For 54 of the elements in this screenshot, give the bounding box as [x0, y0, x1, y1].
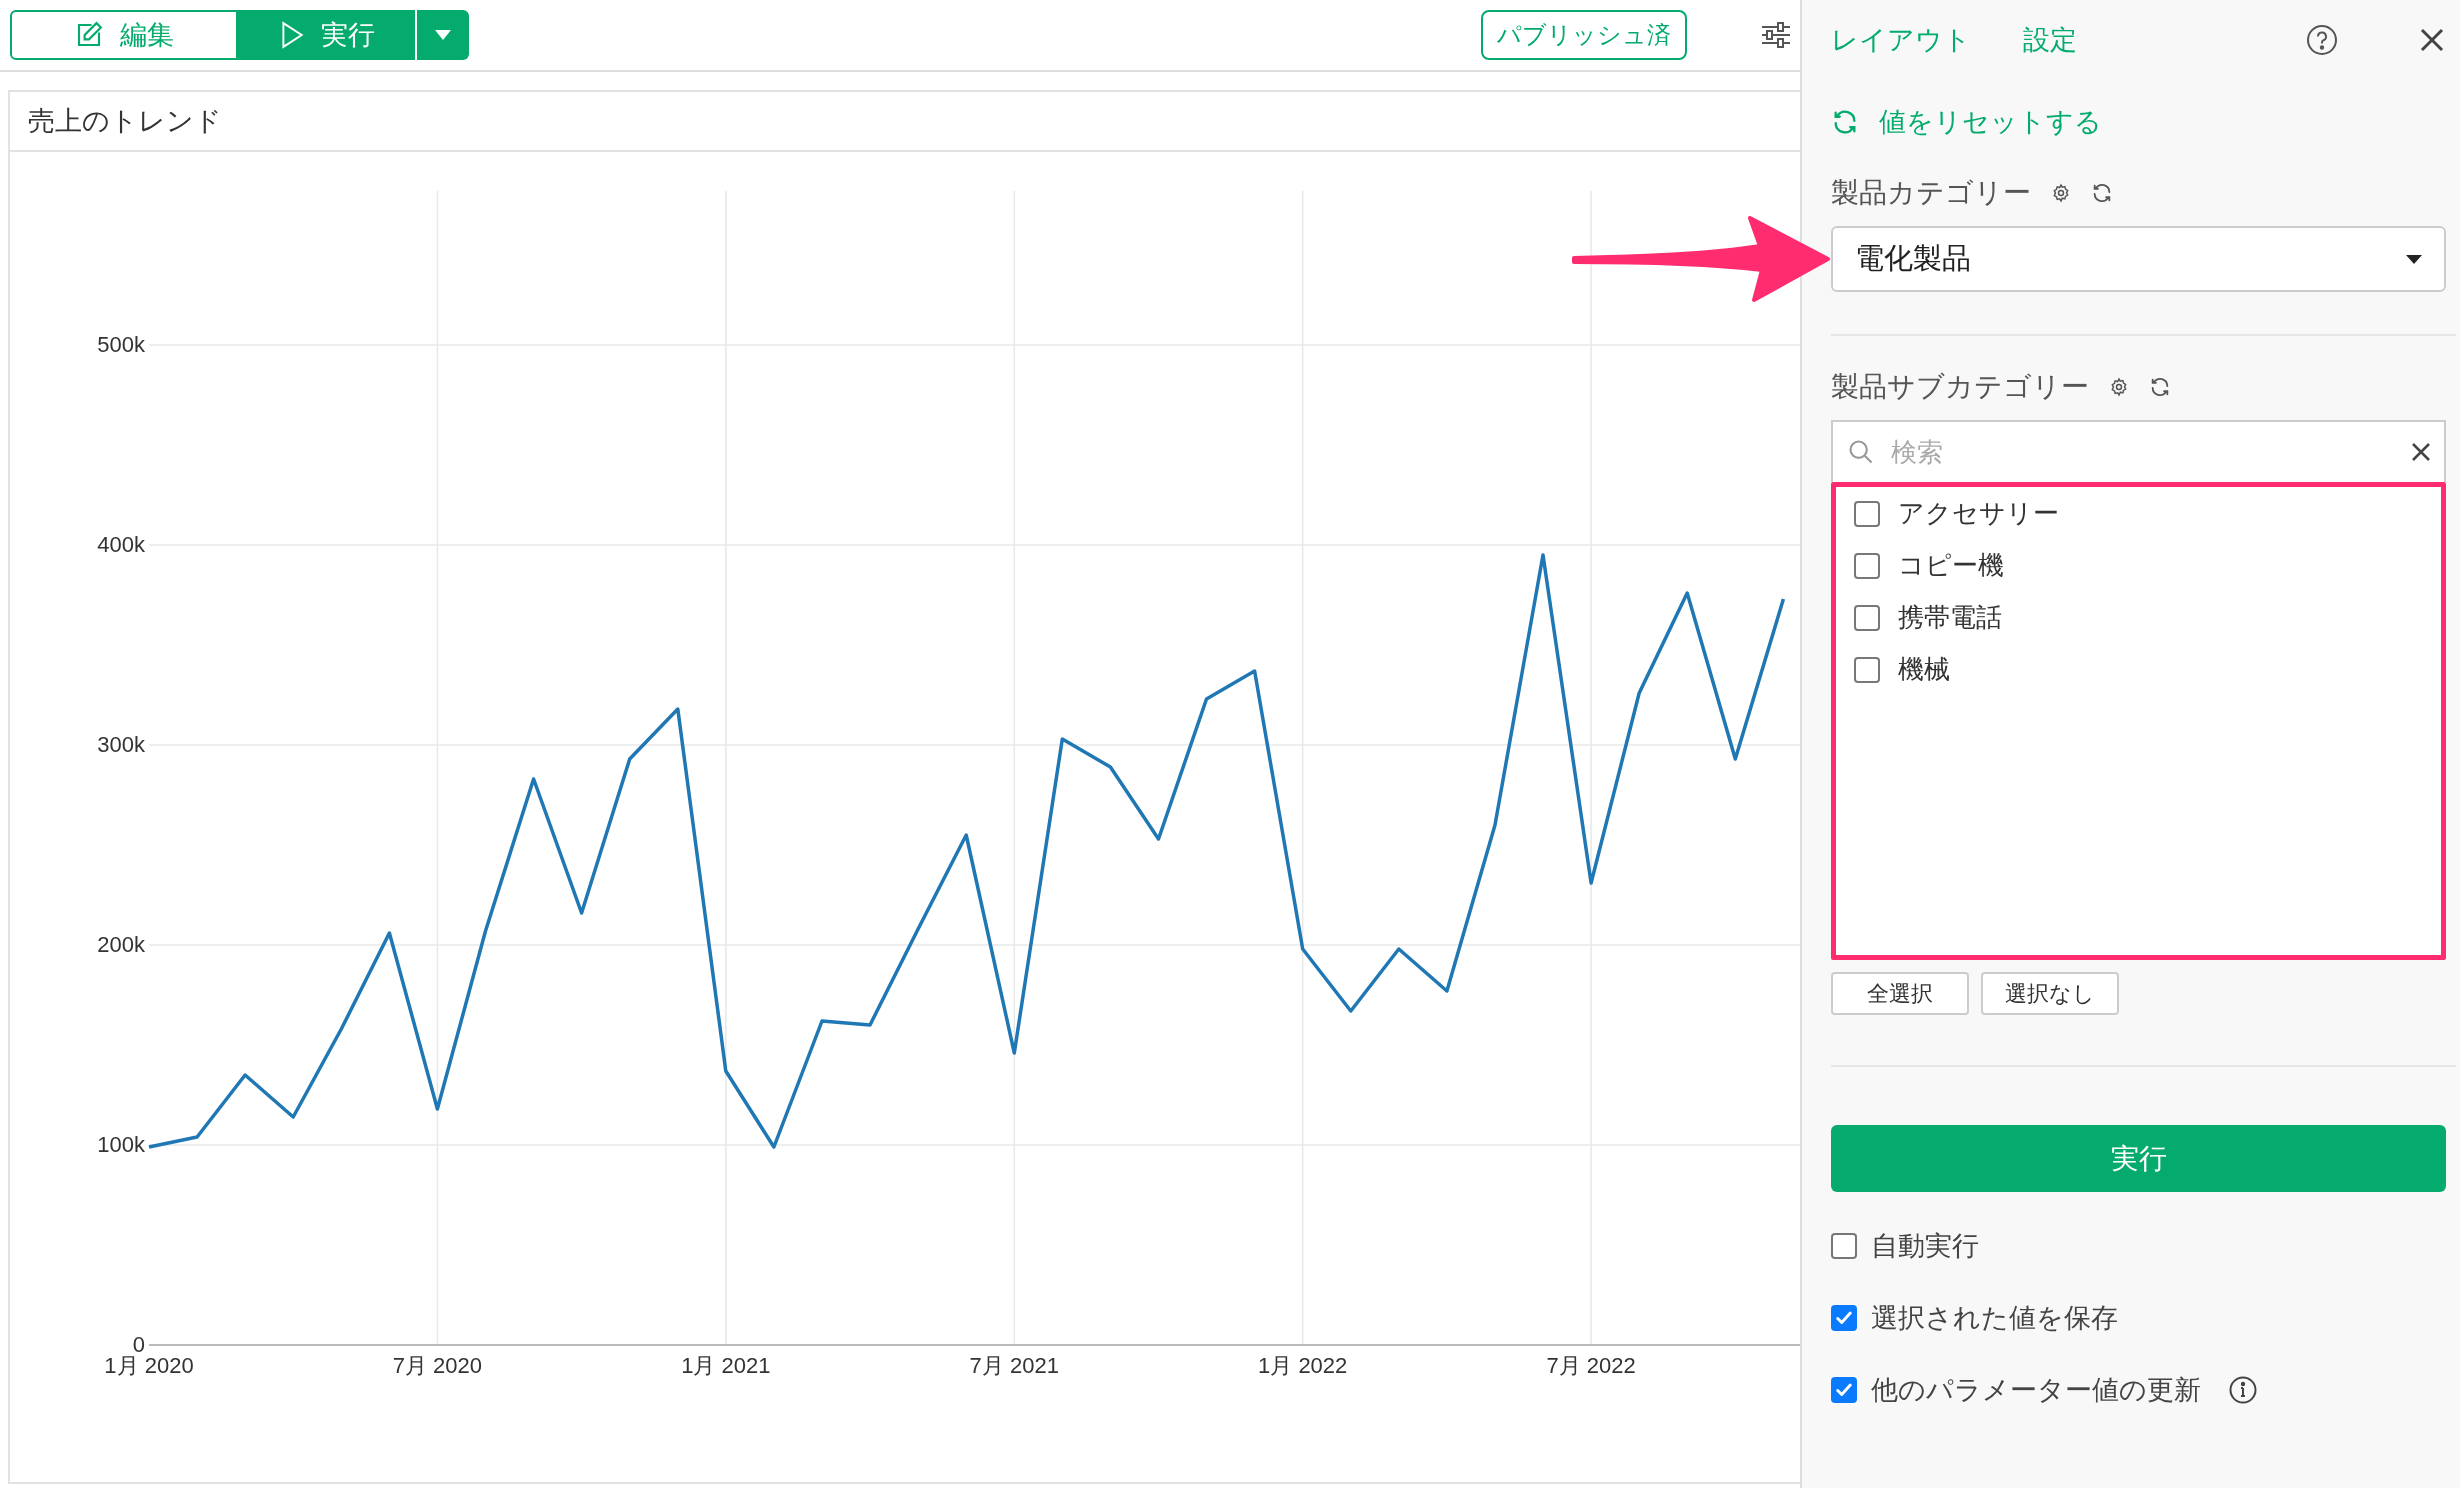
x-axis-label: 1月 2021: [681, 1353, 771, 1378]
parameter-label: 製品サブカテゴリー: [1831, 370, 2089, 404]
option-label: 自動実行: [1871, 1229, 1979, 1263]
run-button[interactable]: 実行: [238, 10, 415, 60]
refresh-icon[interactable]: [2149, 376, 2171, 398]
x-axis-label: 7月 2020: [392, 1353, 483, 1378]
checkbox[interactable]: [1831, 1305, 1857, 1331]
search-icon: [1847, 438, 1875, 466]
published-button[interactable]: パブリッシュ済: [1481, 10, 1687, 60]
checkbox[interactable]: [1854, 500, 1880, 527]
panel-tab[interactable]: レイアウト: [1831, 19, 1971, 61]
chart-title: 売上のトレンド: [28, 104, 222, 138]
category-select[interactable]: 電化製品: [1831, 226, 2446, 292]
checkbox[interactable]: [1854, 604, 1880, 631]
y-axis-label: 500k: [97, 332, 145, 357]
option-label: 他のパラメーター値の更新: [1871, 1373, 2201, 1407]
selection-button[interactable]: 選択なし: [1981, 972, 2119, 1015]
caret-icon: [2406, 254, 2422, 264]
reset-link[interactable]: 値をリセットする: [1831, 80, 2446, 164]
sliders-icon[interactable]: [1762, 22, 1790, 48]
x-axis-label: 7月 2021: [969, 1353, 1059, 1378]
y-axis-label: 200k: [97, 932, 145, 957]
search-input[interactable]: 検索: [1891, 432, 2396, 472]
option-label: 選択された値を保存: [1871, 1301, 2118, 1335]
checkbox[interactable]: [1854, 656, 1880, 683]
y-axis-label: 300k: [97, 732, 145, 757]
run-button[interactable]: 実行: [1831, 1125, 2446, 1192]
y-axis-label: 400k: [97, 532, 145, 557]
x-axis-label: 7月 2022: [1546, 1353, 1636, 1378]
parameter-label: 製品カテゴリー: [1831, 176, 2031, 210]
checkmark-icon: [1835, 1381, 1853, 1399]
option-label: 携帯電話: [1898, 601, 2002, 634]
option-label: コピー機: [1898, 549, 2004, 582]
option-label: 機械: [1898, 653, 1950, 686]
option-label: アクセサリー: [1898, 497, 2059, 530]
y-axis-label: 100k: [97, 1132, 145, 1157]
checkbox[interactable]: [1831, 1233, 1857, 1259]
settings-icon[interactable]: [2109, 377, 2129, 397]
search-field[interactable]: 検索: [1831, 420, 2446, 482]
clear-icon[interactable]: [2412, 443, 2430, 461]
edit-button[interactable]: 編集: [10, 10, 238, 60]
help-icon[interactable]: [2306, 24, 2338, 56]
caret-icon: [435, 30, 451, 40]
dropdown-button[interactable]: [417, 10, 469, 60]
info-icon[interactable]: [2229, 1376, 2257, 1404]
settings-icon[interactable]: [2051, 183, 2071, 203]
checkbox[interactable]: [1854, 552, 1880, 579]
checkbox[interactable]: [1831, 1377, 1857, 1403]
x-axis-label: 1月 2022: [1258, 1353, 1348, 1378]
panel-tab[interactable]: 設定: [2023, 19, 2077, 61]
refresh-icon[interactable]: [2091, 182, 2113, 204]
selection-button[interactable]: 全選択: [1831, 972, 1969, 1015]
close-icon[interactable]: [2420, 28, 2444, 52]
checkmark-icon: [1835, 1309, 1853, 1327]
